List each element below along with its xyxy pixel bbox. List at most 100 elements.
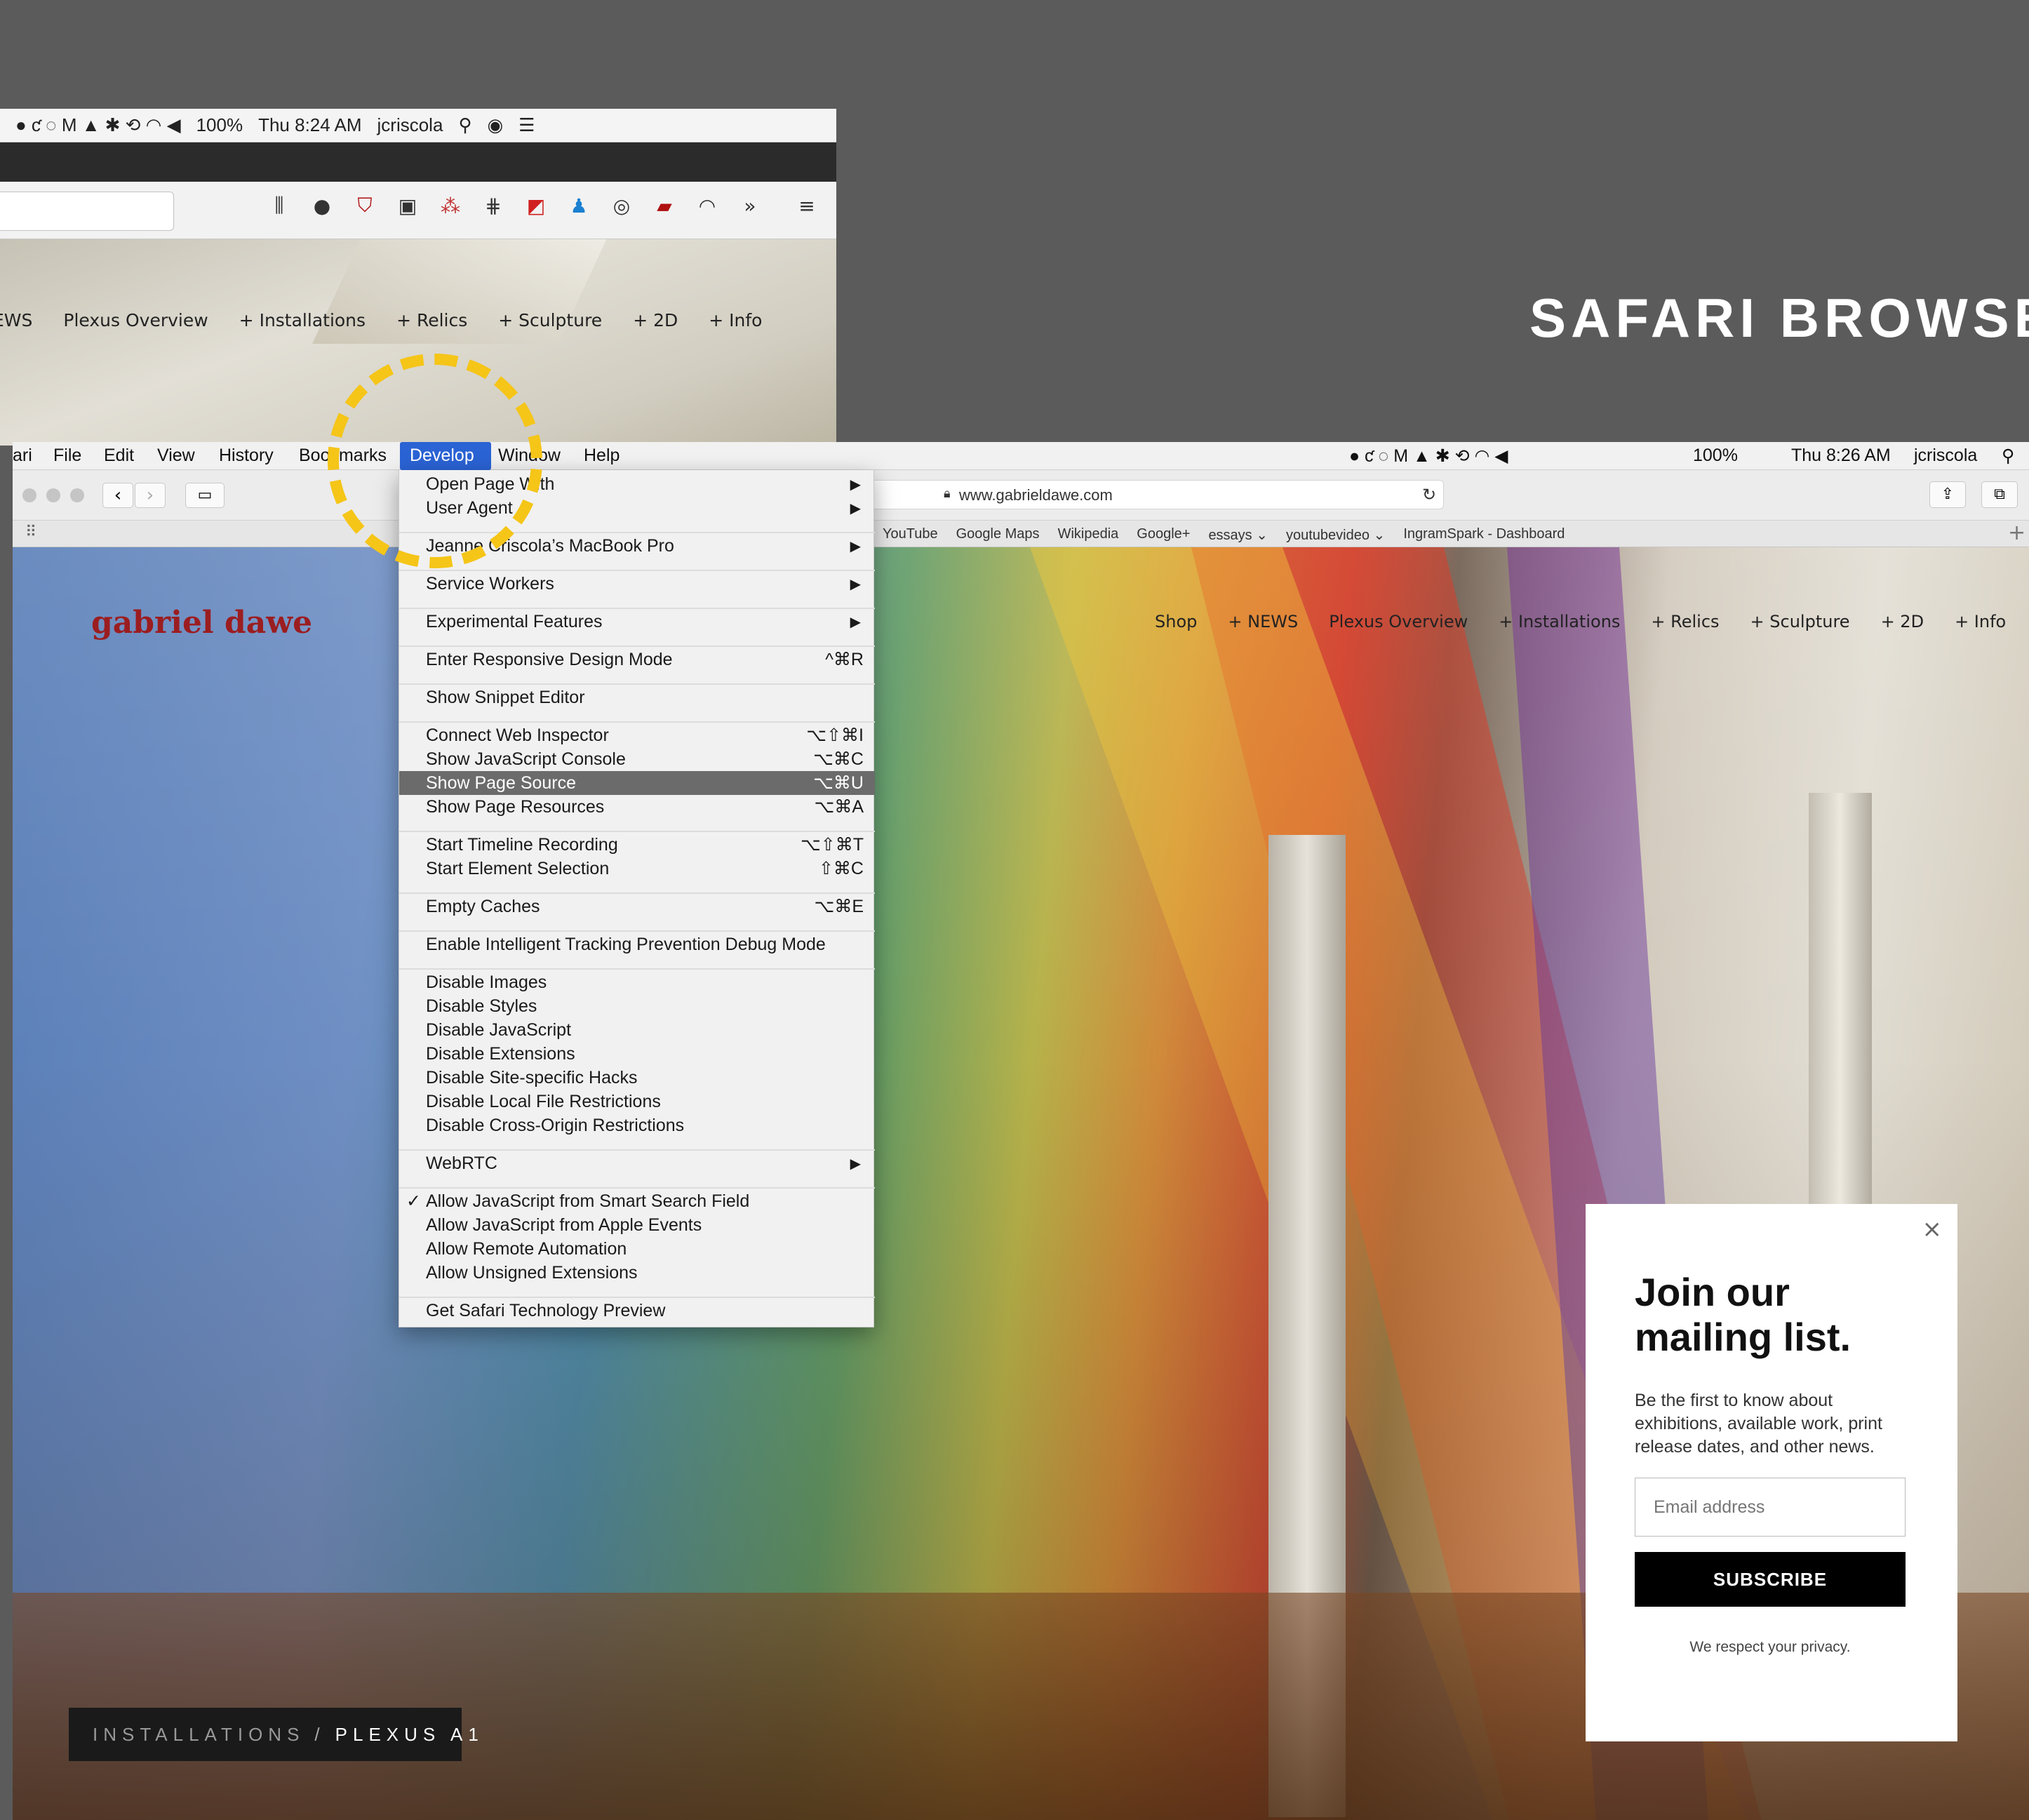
- eye-icon[interactable]: ◠: [695, 193, 720, 218]
- favorite-google-plus[interactable]: Google+: [1137, 526, 1190, 544]
- develop-menu-item[interactable]: Allow Unsigned Extensions: [399, 1261, 875, 1285]
- notification-icon[interactable]: ☰: [518, 114, 535, 136]
- overflow-icon[interactable]: »: [737, 193, 763, 218]
- reload-icon[interactable]: ↻: [1422, 485, 1436, 505]
- menu-item-label: Empty Caches: [426, 896, 540, 916]
- develop-menu-item[interactable]: Disable JavaScript: [399, 1018, 875, 1042]
- develop-menu-item[interactable]: Show Page Source ⌥⌘U: [399, 771, 875, 795]
- tabs-overview-button[interactable]: ⧉: [1981, 481, 2018, 508]
- spotlight-icon[interactable]: ⚲: [458, 114, 471, 136]
- nav-info[interactable]: + Info: [709, 310, 762, 330]
- pdf-icon[interactable]: ▰: [652, 193, 677, 218]
- sidebar-toggle-icon[interactable]: ▭: [185, 483, 225, 508]
- develop-menu-item[interactable]: Disable Extensions: [399, 1042, 875, 1066]
- develop-menu-item[interactable]: Disable Styles: [399, 994, 875, 1018]
- nav-plexus-overview[interactable]: Plexus Overview: [63, 310, 208, 330]
- username[interactable]: jcriscola: [377, 114, 443, 136]
- dots-icon[interactable]: ⁂: [438, 193, 463, 218]
- favorite-wikipedia[interactable]: Wikipedia: [1058, 526, 1119, 544]
- back-button[interactable]: ‹: [102, 483, 133, 508]
- user-icon[interactable]: ◎: [609, 193, 634, 218]
- share-button[interactable]: ⇪: [1929, 481, 1966, 508]
- username[interactable]: jcriscola: [1914, 446, 1977, 466]
- checkmark-icon: ✓: [406, 1191, 421, 1211]
- develop-menu-item[interactable]: Enter Responsive Design Mode ^⌘R: [399, 648, 875, 671]
- nav-news[interactable]: EWS: [0, 310, 32, 330]
- develop-menu-item[interactable]: ✓ Allow JavaScript from Smart Search Fiel…: [399, 1189, 875, 1213]
- develop-menu-item[interactable]: Get Safari Technology Preview: [399, 1299, 875, 1323]
- menu-file[interactable]: File: [53, 446, 81, 466]
- reader-icon[interactable]: ▣: [395, 193, 420, 218]
- site-logo[interactable]: gabriel dawe: [91, 605, 312, 641]
- email-field[interactable]: [1635, 1478, 1906, 1537]
- hamburger-icon[interactable]: ≡: [794, 193, 819, 218]
- nav-plexus-overview[interactable]: Plexus Overview: [1329, 612, 1468, 631]
- forward-button[interactable]: ›: [135, 483, 166, 508]
- back-url-field[interactable]: [0, 192, 174, 231]
- close-icon[interactable]: ×: [1922, 1215, 1943, 1243]
- menu-help[interactable]: Help: [584, 446, 620, 466]
- develop-menu-item[interactable]: Show Page Resources ⌥⌘A: [399, 795, 875, 819]
- nav-relics[interactable]: + Relics: [396, 310, 467, 330]
- menu-edit[interactable]: Edit: [104, 446, 134, 466]
- menu-view[interactable]: View: [157, 446, 195, 466]
- nav-installations[interactable]: + Installations: [239, 310, 366, 330]
- nav-sculpture[interactable]: + Sculpture: [498, 310, 602, 330]
- menu-item-shortcut: ⌥⌘A: [814, 797, 864, 817]
- favorite-youtube[interactable]: YouTube: [883, 526, 938, 544]
- develop-menu-item[interactable]: Empty Caches ⌥⌘E: [399, 895, 875, 918]
- develop-menu-item[interactable]: Disable Site-specific Hacks: [399, 1066, 875, 1090]
- circle-icon[interactable]: ●: [309, 193, 335, 218]
- minimize-window-button[interactable]: [46, 488, 60, 502]
- grid-icon[interactable]: ⋕: [481, 193, 506, 218]
- develop-menu-item[interactable]: Start Element Selection ⇧⌘C: [399, 857, 875, 881]
- develop-menu-item[interactable]: Service Workers ▶: [399, 572, 875, 596]
- menu-separator: [399, 1187, 875, 1189]
- library-icon[interactable]: ⫼: [267, 193, 292, 218]
- develop-menu-item[interactable]: Enable Intelligent Tracking Prevention D…: [399, 932, 875, 956]
- develop-menu-item[interactable]: Disable Images: [399, 970, 875, 994]
- develop-menu-item[interactable]: Start Timeline Recording ⌥⇧⌘T: [399, 833, 875, 857]
- develop-menu-item[interactable]: Disable Cross-Origin Restrictions: [399, 1113, 875, 1137]
- favorite-ingramspark[interactable]: IngramSpark - Dashboard: [1403, 526, 1565, 544]
- develop-menu-item[interactable]: Experimental Features ▶: [399, 610, 875, 634]
- close-window-button[interactable]: [22, 488, 36, 502]
- nav-info[interactable]: + Info: [1955, 612, 2006, 631]
- menu-item-label: Start Timeline Recording: [426, 834, 618, 855]
- develop-menu-item[interactable]: Allow JavaScript from Apple Events: [399, 1213, 875, 1237]
- siri-icon[interactable]: ◉: [487, 114, 503, 136]
- nav-2d[interactable]: + 2D: [633, 310, 678, 330]
- favorite-youtubevideo[interactable]: youtubevideo ⌄: [1286, 526, 1385, 544]
- develop-menu-item[interactable]: WebRTC ▶: [399, 1151, 875, 1175]
- favorite-google-maps[interactable]: Google Maps: [956, 526, 1040, 544]
- menu-separator: [399, 968, 875, 970]
- develop-menu-item[interactable]: Allow Remote Automation: [399, 1237, 875, 1261]
- back-menubar: ● ƈ ◌ M ▲ ✱ ⟲ ◠ ◀ 100% Thu 8:24 AM jcris…: [0, 109, 836, 142]
- zoom-window-button[interactable]: [70, 488, 84, 502]
- caption-category[interactable]: INSTALLATIONS: [93, 1724, 304, 1746]
- menu-app[interactable]: ari: [13, 446, 32, 466]
- nav-installations[interactable]: + Installations: [1499, 612, 1620, 631]
- favorite-essays[interactable]: essays ⌄: [1208, 526, 1268, 544]
- menu-history[interactable]: History: [219, 446, 274, 466]
- develop-menu-item[interactable]: Show JavaScript Console ⌥⌘C: [399, 747, 875, 771]
- nav-2d[interactable]: + 2D: [1881, 612, 1924, 631]
- ublock-icon[interactable]: ⛉: [352, 193, 377, 218]
- spotlight-icon[interactable]: ⚲: [2002, 446, 2014, 467]
- nav-shop[interactable]: Shop: [1155, 612, 1197, 631]
- flag-icon[interactable]: ◩: [523, 193, 549, 218]
- develop-menu-item[interactable]: Show Snippet Editor: [399, 685, 875, 709]
- subscribe-button[interactable]: SUBSCRIBE: [1635, 1552, 1906, 1607]
- menu-item-label: Disable Styles: [426, 996, 537, 1016]
- menu-item-shortcut: ⌥⌘U: [813, 773, 864, 793]
- develop-menu-item[interactable]: Connect Web Inspector ⌥⇧⌘I: [399, 723, 875, 747]
- back-toolbar-icons: ⫼ ● ⛉ ▣ ⁂ ⋕ ◩ ♟ ◎ ▰ ◠ » ≡: [267, 193, 819, 218]
- nav-relics[interactable]: + Relics: [1651, 612, 1719, 631]
- nav-news[interactable]: + NEWS: [1228, 612, 1298, 631]
- menu-item-label: Disable Images: [426, 972, 547, 992]
- develop-menu-item[interactable]: Disable Local File Restrictions: [399, 1090, 875, 1113]
- new-tab-icon[interactable]: +: [2008, 521, 2025, 545]
- nav-sculpture[interactable]: + Sculpture: [1750, 612, 1850, 631]
- bug-icon[interactable]: ♟: [566, 193, 591, 218]
- favorites-grid-icon[interactable]: ⠿: [25, 523, 36, 541]
